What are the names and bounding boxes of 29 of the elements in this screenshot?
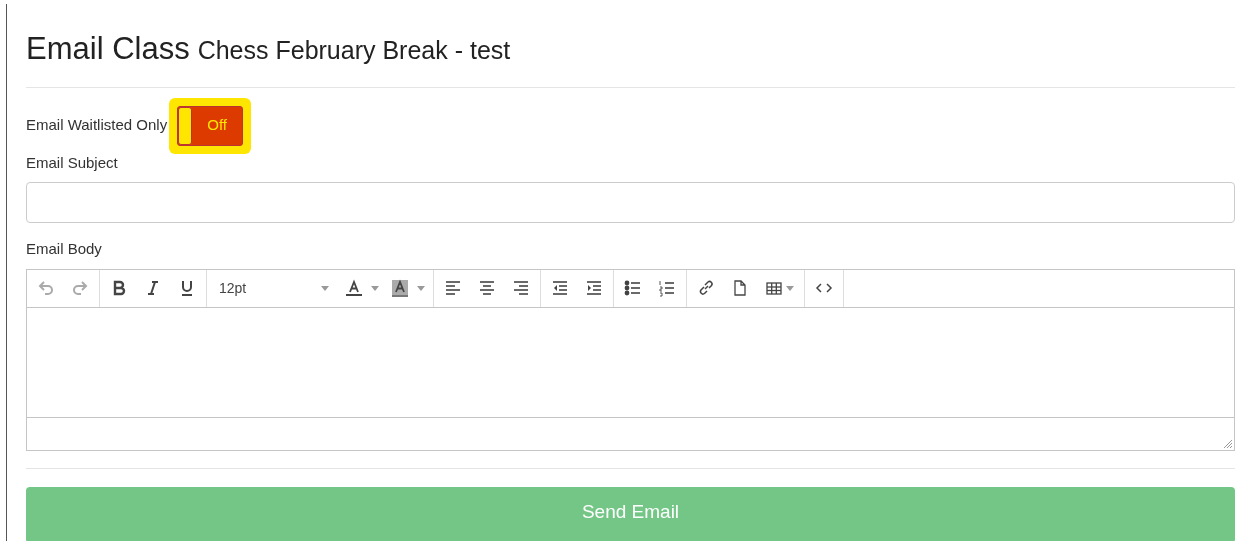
toggle-knob [178,106,193,145]
align-center-icon [478,279,496,297]
waitlist-toggle[interactable]: Off [177,105,244,146]
redo-icon [71,279,89,297]
document-icon [731,279,749,297]
caret-icon [321,285,329,291]
field-label: Email Subject [26,152,119,173]
resize-handle-icon[interactable] [1224,439,1232,448]
align-left-icon [444,279,462,297]
class-name: Chess February Break - test [197,35,511,66]
caret-icon [786,285,794,291]
undo-icon [37,279,55,297]
align-right-icon [512,279,530,297]
field-label: Email Body [26,239,103,259]
caret-icon [371,285,379,291]
toggle-label: Email Waitlisted Only [26,115,168,136]
indent-icon [585,279,603,297]
subject-field[interactable] [26,182,1235,223]
bullet-list-icon [624,279,642,297]
link-icon [697,279,715,297]
rich-text-editor[interactable]: 12pt [26,268,1235,451]
outdent-icon [551,279,569,297]
table-icon [765,279,783,297]
font-color-icon [345,279,363,297]
page-title: Email Class [26,30,190,68]
numbered-list-icon [658,279,676,297]
font-size-select[interactable]: 12pt [209,270,339,306]
caret-icon [417,285,425,291]
highlight-letter-icon [391,279,409,297]
